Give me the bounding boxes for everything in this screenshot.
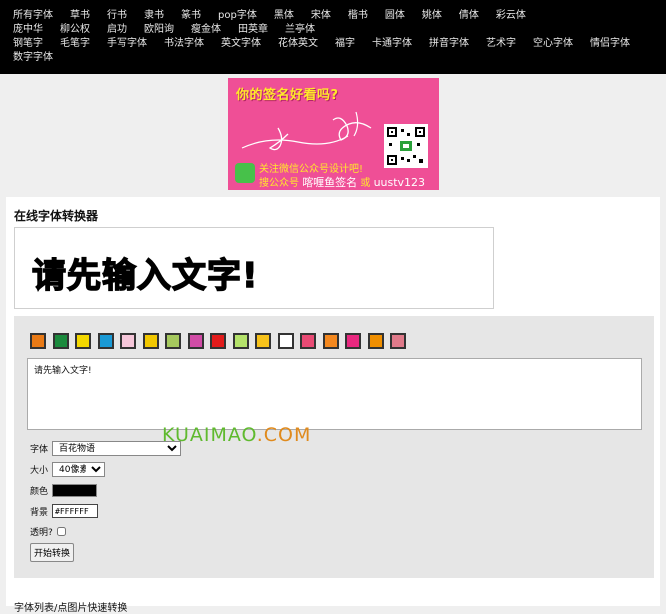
color-swatch[interactable] (255, 333, 271, 349)
color-row: 颜色 (30, 484, 98, 497)
color-swatch[interactable] (367, 333, 384, 349)
nav-link[interactable]: 庞中华 (13, 23, 43, 37)
background-row: 背景 (30, 504, 99, 518)
nav-link[interactable]: 书法字体 (164, 37, 204, 51)
color-swatch[interactable] (390, 333, 406, 349)
color-label: 颜色 (30, 487, 49, 497)
nav-link[interactable]: 所有字体 (13, 9, 53, 23)
color-swatch[interactable] (142, 333, 159, 349)
color-swatch[interactable] (120, 333, 136, 349)
nav-link[interactable]: 拼音字体 (429, 37, 469, 51)
transparent-row: 透明? (30, 525, 66, 538)
color-swatch[interactable] (75, 333, 91, 349)
font-label: 字体 (30, 445, 49, 455)
page-title: 在线字体转换器 (14, 209, 99, 223)
banner-line-follow: 关注微信公众号设计吧! (259, 164, 364, 175)
nav-row: 庞中华 柳公权 启功 欧阳询 瘦金体 田英章 兰亭体 (13, 23, 658, 37)
size-select[interactable]: 40像素 (52, 462, 106, 477)
nav-link[interactable]: 草书 (70, 9, 90, 23)
nav-row: 数字字体 (13, 51, 658, 65)
font-row: 字体 百花物语 (30, 441, 182, 456)
color-swatch[interactable] (187, 333, 204, 349)
signature-sample-image (241, 111, 372, 151)
nav-link[interactable]: 篆书 (181, 9, 201, 23)
text-color-picker[interactable] (52, 484, 98, 497)
transparent-label: 透明? (30, 528, 53, 538)
color-swatches (30, 333, 413, 349)
color-swatch[interactable] (210, 333, 226, 349)
nav-link[interactable]: 柳公权 (60, 23, 90, 37)
nav-link[interactable]: 宋体 (311, 9, 331, 23)
nav-link[interactable]: 黑体 (274, 9, 294, 23)
text-input[interactable]: 请先输入文字! (27, 358, 642, 430)
nav-link[interactable]: 空心字体 (533, 37, 573, 51)
nav-link[interactable]: 圆体 (385, 9, 405, 23)
nav-link[interactable]: 数字字体 (13, 51, 53, 65)
banner-question: 你的签名好看吗? (236, 88, 339, 103)
color-swatch[interactable] (277, 333, 294, 349)
nav-link[interactable]: 钢笔字 (13, 37, 43, 51)
color-swatch[interactable] (300, 333, 316, 349)
watermark-logo: KUAIMAO.COM (162, 424, 312, 446)
color-swatch[interactable] (232, 333, 249, 349)
nav-link[interactable]: 花体英文 (278, 37, 318, 51)
nav-link[interactable]: 兰亭体 (285, 23, 315, 37)
qr-code-icon (384, 124, 428, 168)
top-navigation: 所有字体 草书 行书 隶书 篆书 pop字体 黑体 宋体 楷书 圆体 姚体 倩体 彩云体庞中华 柳公权 启功… (0, 0, 666, 74)
wechat-icon (235, 163, 255, 183)
nav-link[interactable]: 田英章 (238, 23, 268, 37)
nav-link[interactable]: 启功 (107, 23, 127, 37)
nav-link[interactable]: 隶书 (144, 9, 164, 23)
color-swatch[interactable] (165, 333, 181, 349)
font-list-heading: 字体列表/点图片快速转换 (14, 603, 128, 614)
nav-link[interactable]: 倩体 (459, 9, 479, 23)
nav-row: 所有字体 草书 行书 隶书 篆书 pop字体 黑体 宋体 楷书 圆体 姚体 倩体 彩云体 (13, 9, 658, 23)
color-swatch[interactable] (345, 333, 361, 349)
color-swatch[interactable] (30, 333, 46, 349)
nav-link[interactable]: 手写字体 (107, 37, 147, 51)
color-swatch[interactable] (52, 333, 69, 349)
background-color-input[interactable] (52, 504, 99, 518)
size-row: 大小 40像素 (30, 462, 106, 477)
nav-row: 钢笔字 毛笔字 手写字体 书法字体 英文字体 花体英文 福字 卡通字体 拼音字体 艺术字 空心字体 情… (13, 37, 658, 51)
nav-link[interactable]: 楷书 (348, 9, 368, 23)
nav-link[interactable]: 卡通字体 (372, 37, 412, 51)
nav-link[interactable]: 欧阳询 (144, 23, 174, 37)
nav-link[interactable]: 彩云体 (496, 9, 526, 23)
transparent-checkbox[interactable] (56, 527, 66, 536)
color-swatch[interactable] (97, 333, 114, 349)
preview-text: 请先输入文字! (31, 255, 259, 296)
banner-line-search: 搜公众号 喀喱鱼签名 或 uustv123 (259, 176, 426, 189)
nav-link[interactable]: 福字 (335, 37, 355, 51)
convert-button[interactable]: 开始转换 (30, 543, 75, 562)
nav-link[interactable]: 情侣字体 (590, 37, 630, 51)
nav-link[interactable]: 瘦金体 (191, 23, 221, 37)
preview-image: 请先输入文字! (14, 227, 494, 309)
nav-link[interactable]: 艺术字 (486, 37, 516, 51)
nav-link[interactable]: 毛笔字 (60, 37, 90, 51)
nav-link[interactable]: pop字体 (218, 9, 257, 23)
nav-link[interactable]: 姚体 (422, 9, 442, 23)
promo-banner[interactable]: 你的签名好看吗? 关注微信公众号设计吧! 搜公众号 喀喱鱼签名 或 uustv1… (228, 78, 439, 190)
nav-link[interactable]: 行书 (107, 9, 127, 23)
color-swatch[interactable] (322, 333, 339, 349)
converter-panel: 在线字体转换器 请先输入文字! 请先输入文字! 字体 百花物语 大小 40像素 … (6, 197, 660, 614)
converter-form: 请先输入文字! 字体 百花物语 大小 40像素 颜色 背景 透明? 开始转换 (14, 316, 654, 578)
background-label: 背景 (30, 507, 49, 518)
size-label: 大小 (30, 466, 49, 476)
nav-link[interactable]: 英文字体 (221, 37, 261, 51)
